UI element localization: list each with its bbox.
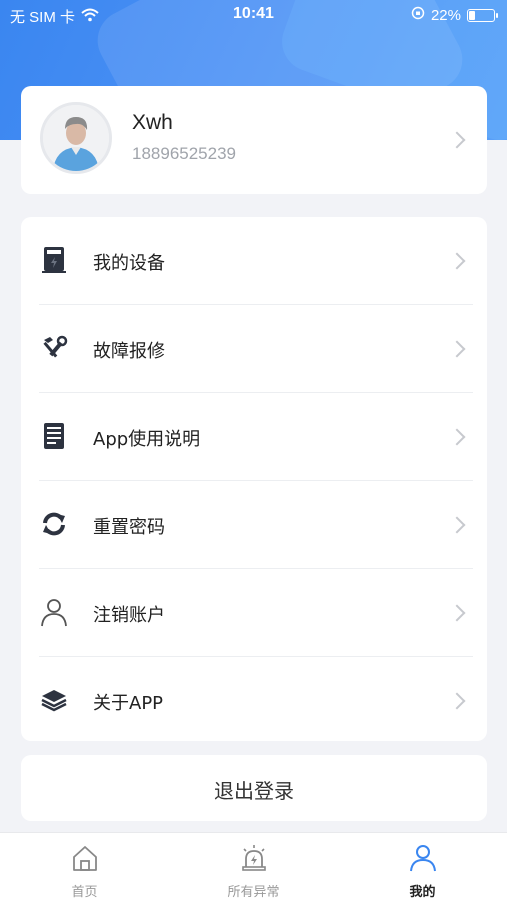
tab-label: 首页	[71, 885, 98, 900]
menu-item-label: 我的设备	[93, 253, 165, 274]
menu-item-about-app[interactable]: 关于APP	[21, 657, 487, 745]
tab-bar: 首页 所有异常 我的	[0, 832, 507, 900]
menu-item-label: 重置密码	[93, 517, 165, 538]
battery-level	[469, 10, 475, 20]
tab-home[interactable]: 首页	[0, 833, 169, 900]
menu-item-label: 故障报修	[93, 341, 165, 362]
status-bar: 无 SIM 卡 10:41 22%	[0, 0, 507, 32]
profile-name: Xwh	[132, 111, 173, 134]
chevron-right-icon	[448, 604, 466, 622]
home-icon	[70, 843, 100, 873]
menu-item-delete-account[interactable]: 注销账户	[21, 569, 487, 657]
profile-icon	[408, 843, 438, 873]
logout-button[interactable]: 退出登录	[21, 755, 487, 821]
profile-phone: 18896525239	[132, 144, 237, 163]
battery-icon	[467, 8, 498, 22]
tab-label: 所有异常	[227, 885, 280, 900]
chevron-right-icon	[448, 131, 466, 149]
menu-item-label: 关于APP	[93, 693, 164, 714]
menu-item-reset-password[interactable]: 重置密码	[21, 481, 487, 569]
device-icon	[39, 245, 69, 275]
battery-percent: 22%	[430, 6, 461, 24]
chevron-right-icon	[448, 428, 466, 446]
alarm-icon	[239, 843, 269, 873]
chevron-right-icon	[448, 516, 466, 534]
refresh-icon	[39, 509, 69, 539]
avatar-icon	[40, 102, 112, 174]
user-icon	[39, 597, 69, 627]
layers-icon	[39, 685, 69, 715]
menu-item-label: 注销账户	[93, 605, 165, 626]
repair-tools-icon	[39, 333, 69, 363]
tab-label: 我的	[409, 885, 436, 900]
manual-icon	[39, 421, 69, 451]
menu-card: 我的设备 故障报修 App使用说明 重置密码 注销账户 关于APP	[21, 217, 487, 741]
logout-label: 退出登录	[214, 779, 294, 803]
tab-mine[interactable]: 我的	[338, 833, 507, 900]
menu-item-repair[interactable]: 故障报修	[21, 305, 487, 393]
chevron-right-icon	[448, 252, 466, 270]
tab-all-alarms[interactable]: 所有异常	[169, 833, 338, 900]
chevron-right-icon	[448, 692, 466, 710]
profile-card[interactable]: Xwh 18896525239	[21, 86, 487, 194]
menu-item-app-manual[interactable]: App使用说明	[21, 393, 487, 481]
menu-item-label: App使用说明	[93, 429, 201, 450]
menu-item-my-devices[interactable]: 我的设备	[21, 217, 487, 305]
chevron-right-icon	[448, 340, 466, 358]
orientation-lock-icon	[411, 6, 425, 24]
